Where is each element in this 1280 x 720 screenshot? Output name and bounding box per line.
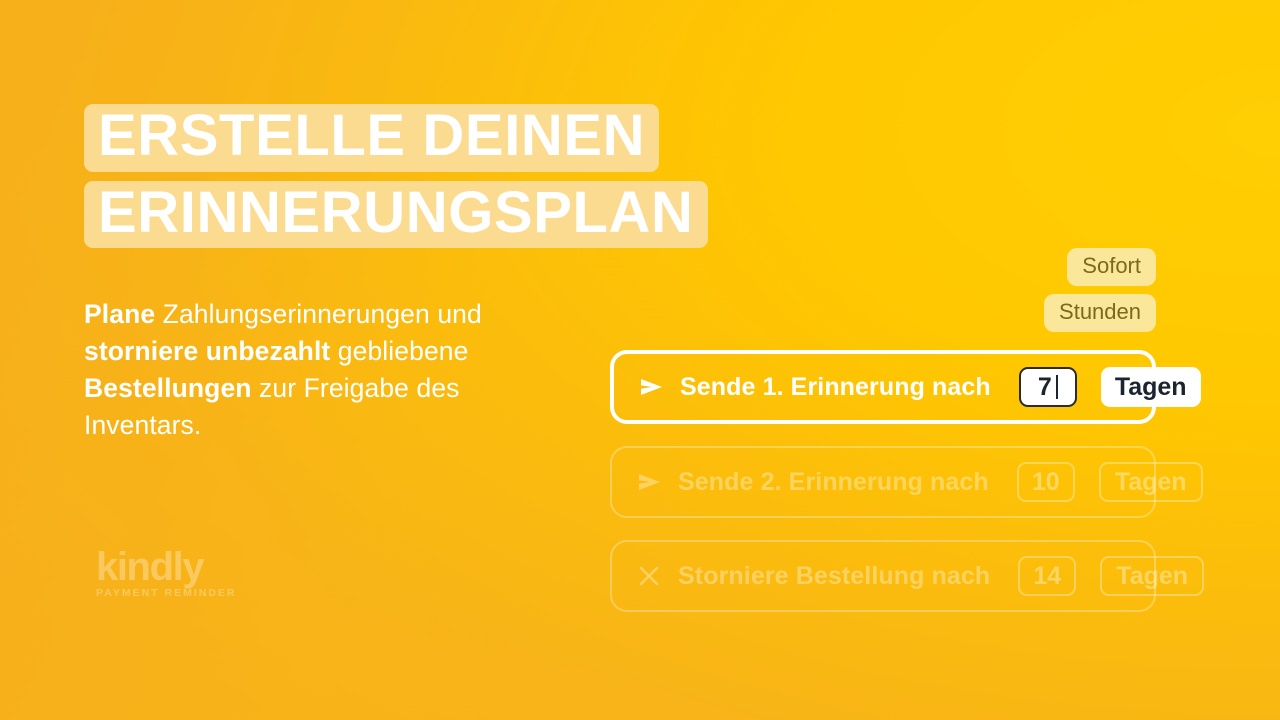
send-icon — [634, 467, 664, 497]
send-icon — [636, 372, 666, 402]
promo-canvas: Erstelle deinen Erinnerungsplan Plane Za… — [0, 0, 1280, 720]
reminder-row-2-unit-button[interactable]: Tagen — [1098, 462, 1203, 503]
chip-sofort[interactable]: Sofort — [1067, 248, 1156, 287]
kindly-logo: kindly PAYMENT REMINDER — [96, 545, 237, 599]
text-cursor — [1055, 375, 1058, 400]
page-title: Erstelle deinen Erinnerungsplan — [84, 104, 708, 249]
subtitle-plain-2: gebliebene — [330, 336, 469, 367]
reminder-row-3-label: Storniere Bestellung nach — [678, 561, 991, 590]
subtitle-text: Plane Zahlungserinnerungen und storniere… — [84, 296, 504, 443]
reminder-row-1-days-input[interactable]: 7 — [1018, 367, 1077, 408]
reminder-row-2[interactable]: Sende 2. Erinnerung nach 10 Tagen — [610, 446, 1203, 519]
close-icon — [634, 561, 664, 591]
reminder-row-1[interactable]: Sende 1. Erinnerung nach 7 Tagen — [610, 350, 1201, 425]
subtitle-emphasis-1: Plane — [84, 299, 156, 330]
reminder-row-1-days-value: 7 — [1037, 372, 1052, 401]
logo-wordmark: kindly — [96, 545, 205, 589]
reminder-row-1-unit-button[interactable]: Tagen — [1100, 367, 1201, 408]
chip-stunden[interactable]: Stunden — [1044, 294, 1156, 333]
subtitle-plain-1: Zahlungserinnerungen und — [155, 299, 482, 330]
logo-tagline: PAYMENT REMINDER — [96, 587, 237, 599]
reminder-row-2-days-input[interactable]: 10 — [1016, 462, 1075, 503]
reminder-row-2-label: Sende 2. Erinnerung nach — [678, 467, 989, 496]
reminder-rows: Sende 1. Erinnerung nach 7 Tagen Sende 2… — [610, 350, 1205, 613]
headline-line-2: Erinnerungsplan — [84, 180, 708, 249]
reminder-plan-panel: Sofort Stunden Sende 1. Erinnerung nach … — [610, 248, 1205, 613]
unit-suggestion-chips: Sofort Stunden — [610, 248, 1156, 333]
left-content-column: Erstelle deinen Erinnerungsplan Plane Za… — [84, 104, 708, 444]
reminder-row-1-label: Sende 1. Erinnerung nach — [680, 372, 991, 401]
subtitle-emphasis-2: storniere unbezahlt — [84, 336, 331, 367]
reminder-row-3-days-input[interactable]: 14 — [1018, 556, 1077, 597]
subtitle-emphasis-3: Bestellungen — [84, 373, 252, 404]
headline-line-1: Erstelle deinen — [84, 104, 660, 172]
reminder-row-3[interactable]: Storniere Bestellung nach 14 Tagen — [610, 540, 1205, 613]
reminder-row-3-unit-button[interactable]: Tagen — [1100, 556, 1205, 597]
